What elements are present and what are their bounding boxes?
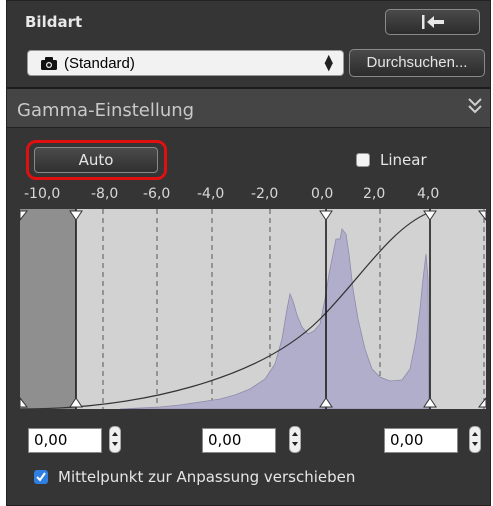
collapse-chevron-icon[interactable] bbox=[467, 96, 483, 116]
axis-tick: -2,0 bbox=[251, 186, 279, 202]
axis-tick: -6,0 bbox=[143, 186, 171, 202]
white-point-stepper[interactable] bbox=[469, 426, 481, 453]
reset-icon bbox=[422, 15, 444, 29]
reset-button[interactable] bbox=[385, 9, 480, 35]
axis-tick: -4,0 bbox=[197, 186, 225, 202]
axis-tick: -8,0 bbox=[91, 186, 119, 202]
linear-checkbox[interactable] bbox=[356, 153, 370, 167]
gamma-panel: Bildart (Standard) ▲ ▼ Durchsuchen... Gam… bbox=[6, 0, 491, 506]
axis-tick: 0,0 bbox=[311, 186, 334, 202]
select-arrows-icon: ▲ ▼ bbox=[324, 52, 333, 73]
black-point-stepper[interactable] bbox=[109, 426, 121, 453]
white-point-field[interactable]: 0,00 bbox=[384, 428, 458, 453]
midpoint-stepper[interactable] bbox=[289, 426, 301, 453]
clipped-shadow-region bbox=[20, 209, 76, 409]
picture-style-value: (Standard) bbox=[64, 55, 135, 72]
linear-label: Linear bbox=[380, 151, 427, 169]
axis-tick: -10,0 bbox=[24, 186, 61, 202]
picture-style-select[interactable]: (Standard) ▲ ▼ bbox=[27, 50, 344, 76]
browse-button[interactable]: Durchsuchen... bbox=[349, 49, 485, 77]
auto-button[interactable]: Auto bbox=[34, 147, 158, 173]
midpoint-field[interactable]: 0,00 bbox=[202, 428, 276, 453]
midpoint-label: Mittelpunkt zur Anpassung verschieben bbox=[58, 468, 356, 486]
picture-style-label: Bildart bbox=[25, 13, 83, 31]
black-point-field[interactable]: 0,00 bbox=[28, 428, 102, 453]
checkmark-icon bbox=[36, 472, 46, 482]
axis-tick: 4,0 bbox=[417, 186, 440, 202]
axis-tick: 2,0 bbox=[363, 186, 386, 202]
gamma-histogram[interactable] bbox=[20, 209, 486, 409]
camera-icon bbox=[41, 57, 57, 70]
midpoint-checkbox[interactable] bbox=[34, 470, 48, 484]
section-title: Gamma-Einstellung bbox=[17, 100, 195, 121]
